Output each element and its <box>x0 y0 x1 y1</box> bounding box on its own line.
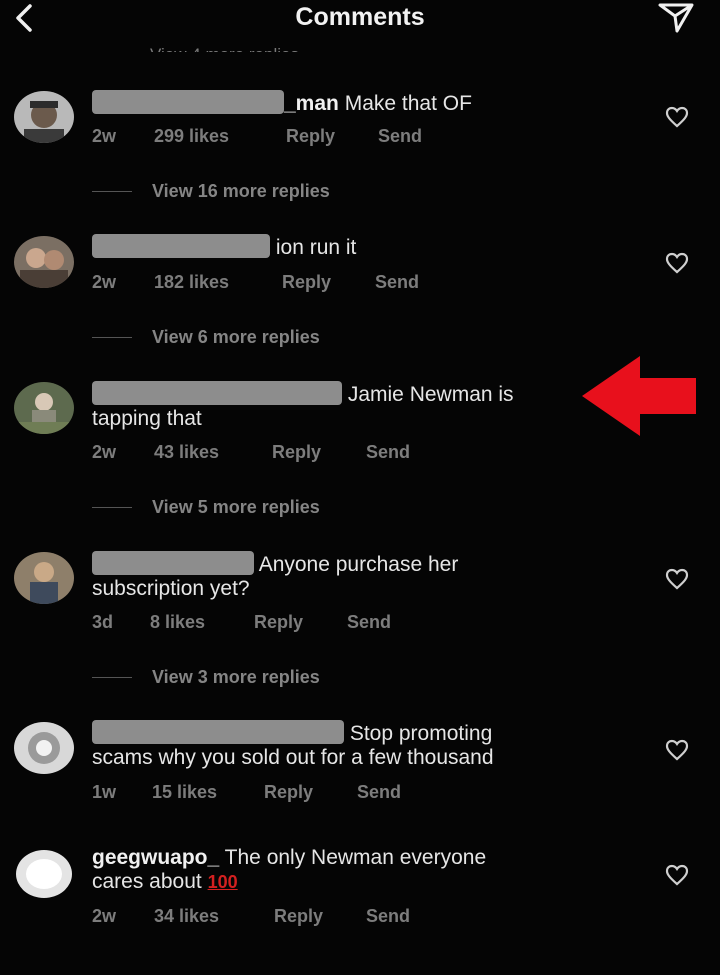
timestamp: 2w <box>92 442 117 462</box>
send-button[interactable]: Send <box>366 442 410 463</box>
heart-icon[interactable] <box>665 568 689 590</box>
comment-meta: 1w 15 likes Reply Send <box>92 782 401 803</box>
view-replies-link[interactable]: View 16 more replies <box>92 181 330 202</box>
comment-text: geegwuapo_ The only Newman everyone cares… <box>92 846 487 893</box>
comment-text: Jamie Newman is tapping that <box>92 381 514 430</box>
view-replies-link[interactable]: View 3 more replies <box>92 667 320 688</box>
redacted-username <box>92 720 344 744</box>
view-replies-link[interactable]: View 5 more replies <box>92 497 320 518</box>
page-title: Comments <box>295 3 425 31</box>
likes-count[interactable]: 8 likes <box>150 612 254 633</box>
header-bar: Comments <box>0 0 720 40</box>
comment-meta: 2w 182 likes Reply Send <box>92 272 419 293</box>
heart-icon[interactable] <box>665 252 689 274</box>
send-button[interactable]: Send <box>357 782 401 803</box>
send-button[interactable]: Send <box>378 126 422 147</box>
redacted-username <box>92 234 270 258</box>
redacted-username <box>92 551 254 575</box>
send-paper-plane-icon[interactable] <box>656 0 696 34</box>
divider <box>92 191 132 192</box>
send-button[interactable]: Send <box>366 906 410 927</box>
timestamp: 2w <box>92 126 117 146</box>
divider <box>92 677 132 678</box>
heart-icon[interactable] <box>665 106 689 128</box>
reply-button[interactable]: Reply <box>282 272 375 293</box>
comment-text: ion run it <box>92 234 652 260</box>
timestamp: 3d <box>92 612 114 632</box>
timestamp: 1w <box>92 782 117 802</box>
username[interactable]: geegwuapo_ <box>92 846 219 869</box>
comment-meta: 3d 8 likes Reply Send <box>92 612 391 633</box>
reply-button[interactable]: Reply <box>286 126 378 147</box>
reply-button[interactable]: Reply <box>272 442 366 463</box>
divider <box>92 337 132 338</box>
reply-button[interactable]: Reply <box>274 906 366 927</box>
avatar[interactable] <box>14 382 74 434</box>
timestamp: 2w <box>92 906 117 926</box>
reply-button[interactable]: Reply <box>254 612 347 633</box>
reply-button[interactable]: Reply <box>264 782 357 803</box>
comment-meta: 2w 299 likes Reply Send <box>92 126 422 147</box>
avatar[interactable] <box>14 552 74 604</box>
comment-text: Stop promoting scams why you sold out for… <box>92 720 494 769</box>
heart-icon[interactable] <box>665 739 689 761</box>
likes-count[interactable]: 299 likes <box>154 126 286 147</box>
divider <box>92 507 132 508</box>
avatar[interactable] <box>14 236 74 288</box>
likes-count[interactable]: 43 likes <box>154 442 272 463</box>
partial-view-replies[interactable]: View 4 more replies <box>150 38 380 52</box>
timestamp: 2w <box>92 272 117 292</box>
likes-count[interactable]: 34 likes <box>154 906 274 927</box>
hundred-points-emoji-icon: 100 <box>207 872 238 892</box>
comment-text: Anyone purchase her subscription yet? <box>92 551 459 600</box>
avatar[interactable] <box>14 722 74 774</box>
comment-meta: 2w 43 likes Reply Send <box>92 442 410 463</box>
send-button[interactable]: Send <box>375 272 419 293</box>
avatar[interactable] <box>14 848 74 900</box>
heart-icon[interactable] <box>665 864 689 886</box>
avatar[interactable] <box>14 91 74 143</box>
comment-text: _man Make that OF <box>92 90 652 116</box>
red-arrow-icon <box>582 356 696 436</box>
comment-meta: 2w 34 likes Reply Send <box>92 906 410 927</box>
likes-count[interactable]: 182 likes <box>154 272 282 293</box>
likes-count[interactable]: 15 likes <box>152 782 264 803</box>
view-replies-link[interactable]: View 6 more replies <box>92 327 320 348</box>
redacted-username <box>92 90 284 114</box>
send-button[interactable]: Send <box>347 612 391 633</box>
redacted-username <box>92 381 342 405</box>
